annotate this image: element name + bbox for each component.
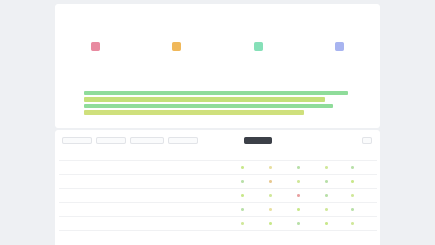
check-icon [253,42,263,51]
status-dot-icon [269,166,272,169]
status-dot-icon [351,166,354,169]
table-body [59,161,377,231]
status-dot-icon [269,208,272,211]
filter-button[interactable] [62,137,92,144]
summary-row [55,42,380,74]
coverage-bar-track [84,103,374,109]
secondary-action-button[interactable] [332,137,356,144]
status-dot-icon [351,208,354,211]
status-dot-icon [325,180,328,183]
status-dot-icon [297,208,300,211]
status-dot-icon [241,208,244,211]
primary-action-button[interactable] [244,137,272,144]
status-dot-icon [241,194,244,197]
table-row[interactable] [59,189,377,203]
table-toolbar [62,136,374,146]
status-dot-icon [241,222,244,225]
results-table [59,152,377,231]
alert-icon [91,42,101,51]
status-dot-icon [269,194,272,197]
results-card [55,130,380,245]
status-dot-icon [241,180,244,183]
table-header [59,152,377,161]
status-dot-icon [297,194,300,197]
coverage-bars [62,90,374,116]
coverage-bar-fill [84,97,325,102]
coverage-bar-fill [84,90,348,96]
status-dot-icon [241,166,244,169]
table-row[interactable] [59,175,377,189]
status-dot-icon [351,180,354,183]
status-dot-icon [269,222,272,225]
coverage-bar-row [62,103,374,109]
filter-button[interactable] [130,137,164,144]
status-dot-icon [297,166,300,169]
table-row[interactable] [59,203,377,217]
coverage-bar-fill [84,110,305,115]
filter-button[interactable] [168,137,198,144]
more-icon[interactable] [362,137,372,144]
status-dot-icon [325,222,328,225]
filter-button[interactable] [96,137,126,144]
status-dot-icon [297,222,300,225]
status-dot-icon [351,222,354,225]
coverage-bar-row [62,90,374,96]
summary-item[interactable] [136,42,217,74]
coverage-bar-track [84,90,374,96]
summary-item[interactable] [55,42,136,74]
warning-icon [172,42,182,51]
coverage-bar-row [62,110,374,116]
status-dot-icon [325,194,328,197]
coverage-bar-row [62,97,374,103]
status-dot-icon [269,180,272,183]
status-dot-icon [297,180,300,183]
status-dot-icon [351,194,354,197]
summary-card [55,4,380,128]
table-row[interactable] [59,161,377,175]
coverage-bar-fill [84,103,334,109]
status-dot-icon [325,166,328,169]
summary-item[interactable] [299,42,380,74]
info-icon [334,42,344,51]
summary-item[interactable] [218,42,299,74]
coverage-bar-track [84,110,374,115]
status-dot-icon [325,208,328,211]
coverage-bar-track [84,97,374,102]
table-row[interactable] [59,217,377,231]
